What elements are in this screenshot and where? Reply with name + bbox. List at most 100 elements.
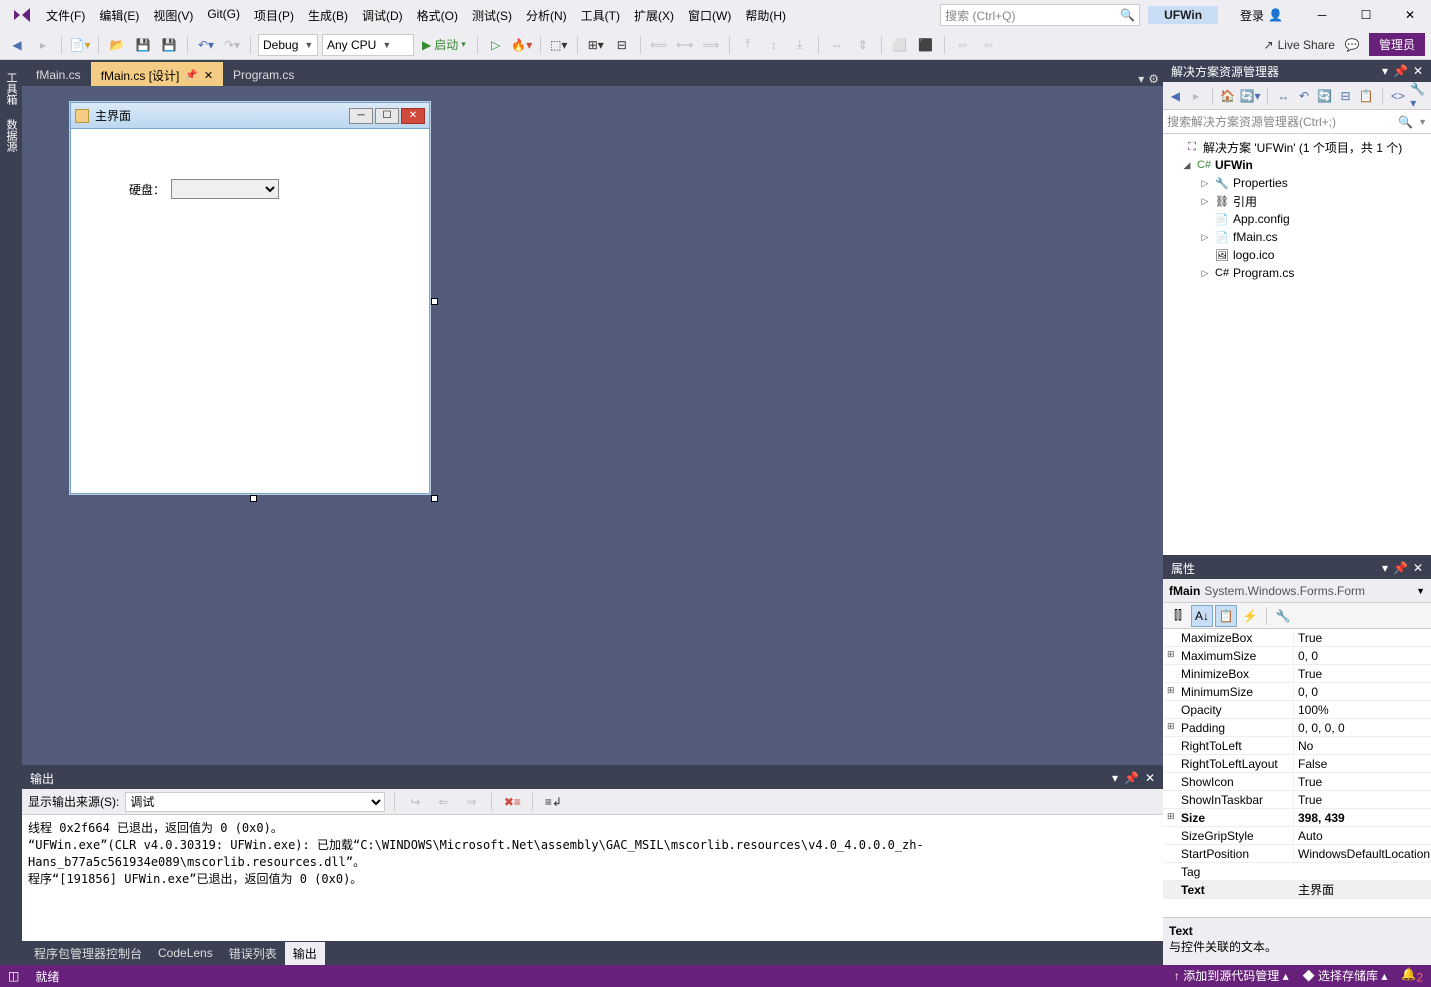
property-row[interactable]: ⊞MaximumSize0, 0: [1163, 647, 1431, 665]
maximize-button[interactable]: ☐: [1349, 3, 1383, 27]
layout-btn-2[interactable]: ⊞▾: [585, 34, 607, 56]
toolbox-tab[interactable]: 工具箱: [1, 66, 21, 111]
datasource-tab[interactable]: 数据源: [1, 113, 21, 158]
property-row[interactable]: ShowIconTrue: [1163, 773, 1431, 791]
sol-switch-button[interactable]: 🔄▾: [1240, 86, 1260, 106]
menu-item[interactable]: 项目(P): [248, 3, 300, 28]
back-nav-button[interactable]: ◀: [6, 34, 28, 56]
property-row[interactable]: RightToLeftLayoutFalse: [1163, 755, 1431, 773]
tab-settings-button[interactable]: ⚙: [1148, 72, 1159, 86]
property-row[interactable]: ⊞Padding0, 0, 0, 0: [1163, 719, 1431, 737]
start-without-debug-button[interactable]: ▷: [485, 34, 507, 56]
start-debug-button[interactable]: ▶ 启动 ▾: [418, 36, 470, 53]
hot-reload-button[interactable]: 🔥▾: [511, 34, 533, 56]
sol-refresh-button[interactable]: 🔄: [1316, 86, 1333, 106]
feedback-button[interactable]: 💬: [1341, 34, 1363, 56]
tree-item[interactable]: ▷🔧Properties: [1165, 174, 1429, 192]
property-row[interactable]: RightToLeftNo: [1163, 737, 1431, 755]
prop-events-button[interactable]: ⚡: [1239, 605, 1261, 627]
select-repo[interactable]: ◆ 选择存储库 ▴: [1303, 967, 1388, 984]
output-source-combo[interactable]: 调试: [125, 792, 385, 812]
bottom-tab[interactable]: 程序包管理器控制台: [26, 942, 150, 965]
menu-item[interactable]: 测试(S): [466, 3, 518, 28]
properties-object-selector[interactable]: fMain System.Windows.Forms.Form ▼: [1163, 579, 1431, 603]
tree-item[interactable]: ▷C#Program.cs: [1165, 264, 1429, 282]
property-row[interactable]: MaximizeBoxTrue: [1163, 629, 1431, 647]
menu-item[interactable]: 窗口(W): [682, 3, 737, 28]
prop-categorized-button[interactable]: ⫿⫿: [1167, 605, 1189, 627]
document-tab[interactable]: fMain.cs: [26, 62, 91, 86]
output-next-button[interactable]: ⇒: [460, 791, 482, 813]
sol-collapse-button[interactable]: ⊟: [1337, 86, 1354, 106]
sol-fwd-button[interactable]: ▸: [1188, 86, 1205, 106]
grid-btn-2[interactable]: ▫▫: [978, 34, 1000, 56]
tree-project[interactable]: ◢C# UFWin: [1165, 156, 1429, 174]
minimize-button[interactable]: ─: [1305, 3, 1339, 27]
property-row[interactable]: ⊞MinimumSize0, 0: [1163, 683, 1431, 701]
valign-middle-button[interactable]: ↕: [763, 34, 785, 56]
tab-overflow-button[interactable]: ▾: [1138, 72, 1144, 86]
designer-surface[interactable]: 主界面 ─ ☐ ✕ 硬盘：: [22, 86, 1163, 765]
valign-bottom-button[interactable]: ⤓: [789, 34, 811, 56]
solution-tree[interactable]: ⛶ 解决方案 'UFWin' (1 个项目，共 1 个) ◢C# UFWin ▷…: [1163, 134, 1431, 555]
property-row[interactable]: ShowInTaskbarTrue: [1163, 791, 1431, 809]
vspace-button[interactable]: ⇕: [852, 34, 874, 56]
prop-properties-button[interactable]: 📋: [1215, 605, 1237, 627]
sol-prop-button[interactable]: 🔧▾: [1410, 86, 1427, 106]
panel-close-button[interactable]: ✕: [1145, 771, 1155, 785]
output-goto-button[interactable]: ↪: [404, 791, 426, 813]
fwd-nav-button[interactable]: ▸: [32, 34, 54, 56]
panel-dropdown-button[interactable]: ▾: [1112, 771, 1118, 785]
order-button[interactable]: ⬛: [915, 34, 937, 56]
close-button[interactable]: ✕: [1393, 3, 1427, 27]
login-button[interactable]: 登录 👤: [1228, 5, 1295, 26]
output-clear-button[interactable]: ✖≡: [501, 791, 523, 813]
align-left-button[interactable]: ⟸: [648, 34, 670, 56]
menu-item[interactable]: 文件(F): [40, 3, 91, 28]
platform-combo[interactable]: Any CPU▼: [322, 34, 414, 56]
properties-grid[interactable]: MaximizeBoxTrue⊞MaximumSize0, 0MinimizeB…: [1163, 629, 1431, 917]
output-prev-button[interactable]: ⇐: [432, 791, 454, 813]
document-tab[interactable]: Program.cs: [223, 62, 304, 86]
sol-undo-button[interactable]: ↶: [1296, 86, 1313, 106]
sol-back-button[interactable]: ◀: [1167, 86, 1184, 106]
menu-item[interactable]: 生成(B): [302, 3, 354, 28]
menu-item[interactable]: 扩展(X): [628, 3, 680, 28]
redo-button[interactable]: ↷▾: [221, 34, 243, 56]
property-row[interactable]: MinimizeBoxTrue: [1163, 665, 1431, 683]
prop-wrench-button[interactable]: 🔧: [1272, 605, 1294, 627]
bottom-tab[interactable]: 错误列表: [221, 942, 285, 965]
document-tab[interactable]: fMain.cs [设计]📌✕: [91, 62, 223, 86]
size-button[interactable]: ⬜: [889, 34, 911, 56]
valign-top-button[interactable]: ⤒: [737, 34, 759, 56]
output-text[interactable]: 线程 0x2f664 已退出，返回值为 0 (0x0)。 “UFWin.exe”…: [22, 815, 1163, 941]
menu-item[interactable]: 编辑(E): [93, 3, 145, 28]
undo-button[interactable]: ↶▾: [195, 34, 217, 56]
tree-item[interactable]: 📄App.config: [1165, 210, 1429, 228]
menu-item[interactable]: 分析(N): [520, 3, 573, 28]
sol-home-button[interactable]: 🏠: [1219, 86, 1236, 106]
menu-item[interactable]: Git(G): [201, 3, 246, 28]
prop-pin-button[interactable]: 📌: [1393, 561, 1408, 575]
search-box[interactable]: 搜索 (Ctrl+Q) 🔍: [940, 4, 1140, 26]
save-all-button[interactable]: 💾: [158, 34, 180, 56]
sol-code-button[interactable]: <>: [1390, 86, 1407, 106]
panel-pin-button[interactable]: 📌: [1124, 771, 1139, 785]
pin-icon[interactable]: 📌: [185, 70, 197, 81]
menu-item[interactable]: 帮助(H): [739, 3, 792, 28]
sol-sync-button[interactable]: ↔: [1275, 86, 1292, 106]
tree-item[interactable]: ▷📄fMain.cs: [1165, 228, 1429, 246]
tree-item[interactable]: ▷⛓引用: [1165, 192, 1429, 210]
property-row[interactable]: SizeGripStyleAuto: [1163, 827, 1431, 845]
live-share-button[interactable]: ↗ Live Share: [1264, 38, 1335, 52]
sol-close-button[interactable]: ✕: [1413, 64, 1423, 78]
menu-item[interactable]: 工具(T): [575, 3, 626, 28]
open-button[interactable]: 📂: [106, 34, 128, 56]
align-right-button[interactable]: ⟹: [700, 34, 722, 56]
sol-dropdown-button[interactable]: ▾: [1382, 64, 1388, 78]
save-button[interactable]: 💾: [132, 34, 154, 56]
property-row[interactable]: Tag: [1163, 863, 1431, 881]
add-to-source-control[interactable]: ↑ 添加到源代码管理 ▴: [1174, 967, 1289, 984]
prop-close-button[interactable]: ✕: [1413, 561, 1423, 575]
property-row[interactable]: ⊞Size398, 439: [1163, 809, 1431, 827]
